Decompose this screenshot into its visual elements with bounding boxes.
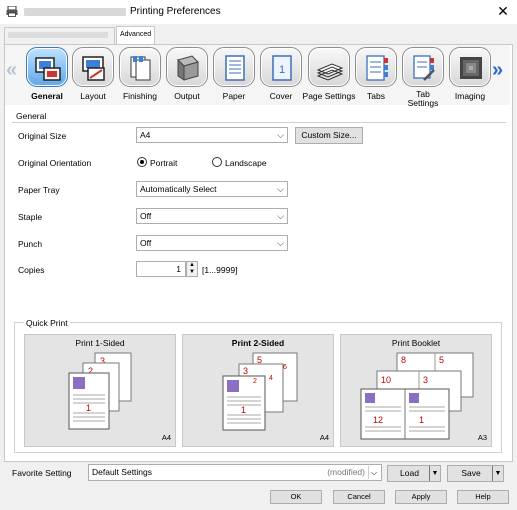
original-size-select[interactable]: A4 ⌵ <box>136 127 288 143</box>
original-orientation-label: Original Orientation <box>18 158 92 168</box>
page-number: 3 <box>423 375 428 385</box>
close-button[interactable]: ✕ <box>495 3 511 19</box>
tab-basic[interactable] <box>4 27 115 44</box>
original-size-value: A4 <box>140 130 151 140</box>
favorite-setting-label: Favorite Setting <box>12 468 72 478</box>
copies-stepper[interactable]: ▲ ▼ <box>186 261 198 277</box>
general-icon <box>26 47 68 87</box>
category-imaging[interactable]: Imaging <box>447 47 493 105</box>
printer-name-redacted <box>24 8 126 16</box>
print-booklet-card[interactable]: Print Booklet 8 5 10 3 12 1 A3 <box>340 334 492 447</box>
cover-icon: 1 <box>260 47 302 87</box>
page-number: 1 <box>241 405 246 415</box>
landscape-label: Landscape <box>225 158 267 168</box>
window-title: Printing Preferences <box>130 6 221 17</box>
load-button[interactable]: Load ▼ <box>387 465 441 482</box>
card-title: Print 2-Sided <box>231 338 285 348</box>
save-button[interactable]: Save ▼ <box>447 465 504 482</box>
chevron-down-icon: ⌵ <box>277 211 284 221</box>
page-number: 3 <box>243 366 248 376</box>
favorite-setting-value: Default Settings <box>92 467 153 477</box>
printer-icon <box>6 6 18 17</box>
chevron-down-icon: ⌵ <box>277 184 284 194</box>
tabs-icon <box>355 47 397 87</box>
two-sided-illustration: 5 6 3 4 1 2 <box>222 352 298 431</box>
portrait-radio[interactable] <box>137 157 147 167</box>
divider <box>12 122 506 123</box>
printing-preferences-window: Printing Preferences ✕ Advanced « » Gene… <box>0 0 517 510</box>
page-number: 12 <box>373 415 383 425</box>
tab-settings-icon <box>402 47 444 87</box>
page-number: 8 <box>401 355 406 365</box>
landscape-radio[interactable] <box>212 157 222 167</box>
page-number: 4 <box>269 375 273 382</box>
page-number: 1 <box>86 403 91 413</box>
paper-icon <box>213 47 255 87</box>
favorite-setting-select[interactable]: Default Settings (modified) ⌵ <box>88 464 382 481</box>
page-number: 2 <box>253 378 257 385</box>
category-label: Imaging <box>454 91 486 101</box>
print-2-sided-card[interactable]: Print 2-Sided 5 6 3 4 1 2 A4 <box>182 334 334 447</box>
original-size-label: Original Size <box>18 131 67 141</box>
chevron-down-icon: ⌵ <box>277 238 284 248</box>
paper-tray-label: Paper Tray <box>18 185 60 195</box>
paper-size: A4 <box>319 433 329 442</box>
layout-icon <box>72 47 114 87</box>
page-number: 6 <box>283 364 287 371</box>
one-sided-illustration: 3 2 1 <box>68 352 132 430</box>
portrait-label: Portrait <box>150 158 178 168</box>
svg-text:1: 1 <box>279 64 285 76</box>
card-title: Print 1-Sided <box>75 338 125 348</box>
staple-value: Off <box>140 211 152 221</box>
ok-button[interactable]: OK <box>270 490 322 504</box>
chevron-down-icon: ⌵ <box>277 130 284 140</box>
page-number: 1 <box>419 415 424 425</box>
finishing-icon <box>119 47 161 87</box>
apply-button[interactable]: Apply <box>395 490 447 504</box>
punch-select[interactable]: Off ⌵ <box>136 235 288 251</box>
copies-range: [1...9999] <box>202 265 238 275</box>
paper-size: A3 <box>477 433 487 442</box>
scroll-left-icon[interactable]: « <box>6 60 17 80</box>
save-dropdown-icon[interactable]: ▼ <box>492 466 503 481</box>
punch-label: Punch <box>18 239 43 249</box>
tab-label-redacted <box>8 32 108 39</box>
output-icon <box>166 47 208 87</box>
spin-up-icon[interactable]: ▲ <box>187 262 197 269</box>
general-group-title: General <box>16 111 47 121</box>
spin-down-icon[interactable]: ▼ <box>187 269 197 276</box>
paper-tray-value: Automatically Select <box>140 184 217 194</box>
imaging-icon <box>449 47 491 87</box>
load-label: Load <box>400 468 419 478</box>
chevron-down-icon: ⌵ <box>368 466 379 479</box>
title-bar: Printing Preferences ✕ <box>0 0 517 24</box>
punch-value: Off <box>140 238 152 248</box>
quick-print-title: Quick Print <box>24 318 70 328</box>
staple-select[interactable]: Off ⌵ <box>136 208 288 224</box>
paper-tray-select[interactable]: Automatically Select ⌵ <box>136 181 288 197</box>
booklet-illustration: 8 5 10 3 12 1 <box>360 352 474 440</box>
copies-input[interactable]: 1 <box>136 261 186 277</box>
staple-label: Staple <box>18 212 43 222</box>
help-button[interactable]: Help <box>457 490 509 504</box>
tab-advanced[interactable]: Advanced <box>116 26 156 44</box>
load-dropdown-icon[interactable]: ▼ <box>429 466 440 481</box>
copies-label: Copies <box>18 265 45 275</box>
paper-size: A4 <box>161 433 171 442</box>
page-number: 10 <box>381 375 391 385</box>
cancel-button[interactable]: Cancel <box>333 490 385 504</box>
print-1-sided-card[interactable]: Print 1-Sided 3 2 1 A4 <box>24 334 176 447</box>
modified-indicator: (modified) <box>327 467 365 477</box>
save-label: Save <box>461 468 481 478</box>
scroll-right-icon[interactable]: » <box>492 60 503 80</box>
card-title: Print Booklet <box>391 338 441 348</box>
page-settings-icon <box>308 47 350 87</box>
custom-size-button[interactable]: Custom Size... <box>295 127 363 144</box>
page-number: 5 <box>439 355 444 365</box>
